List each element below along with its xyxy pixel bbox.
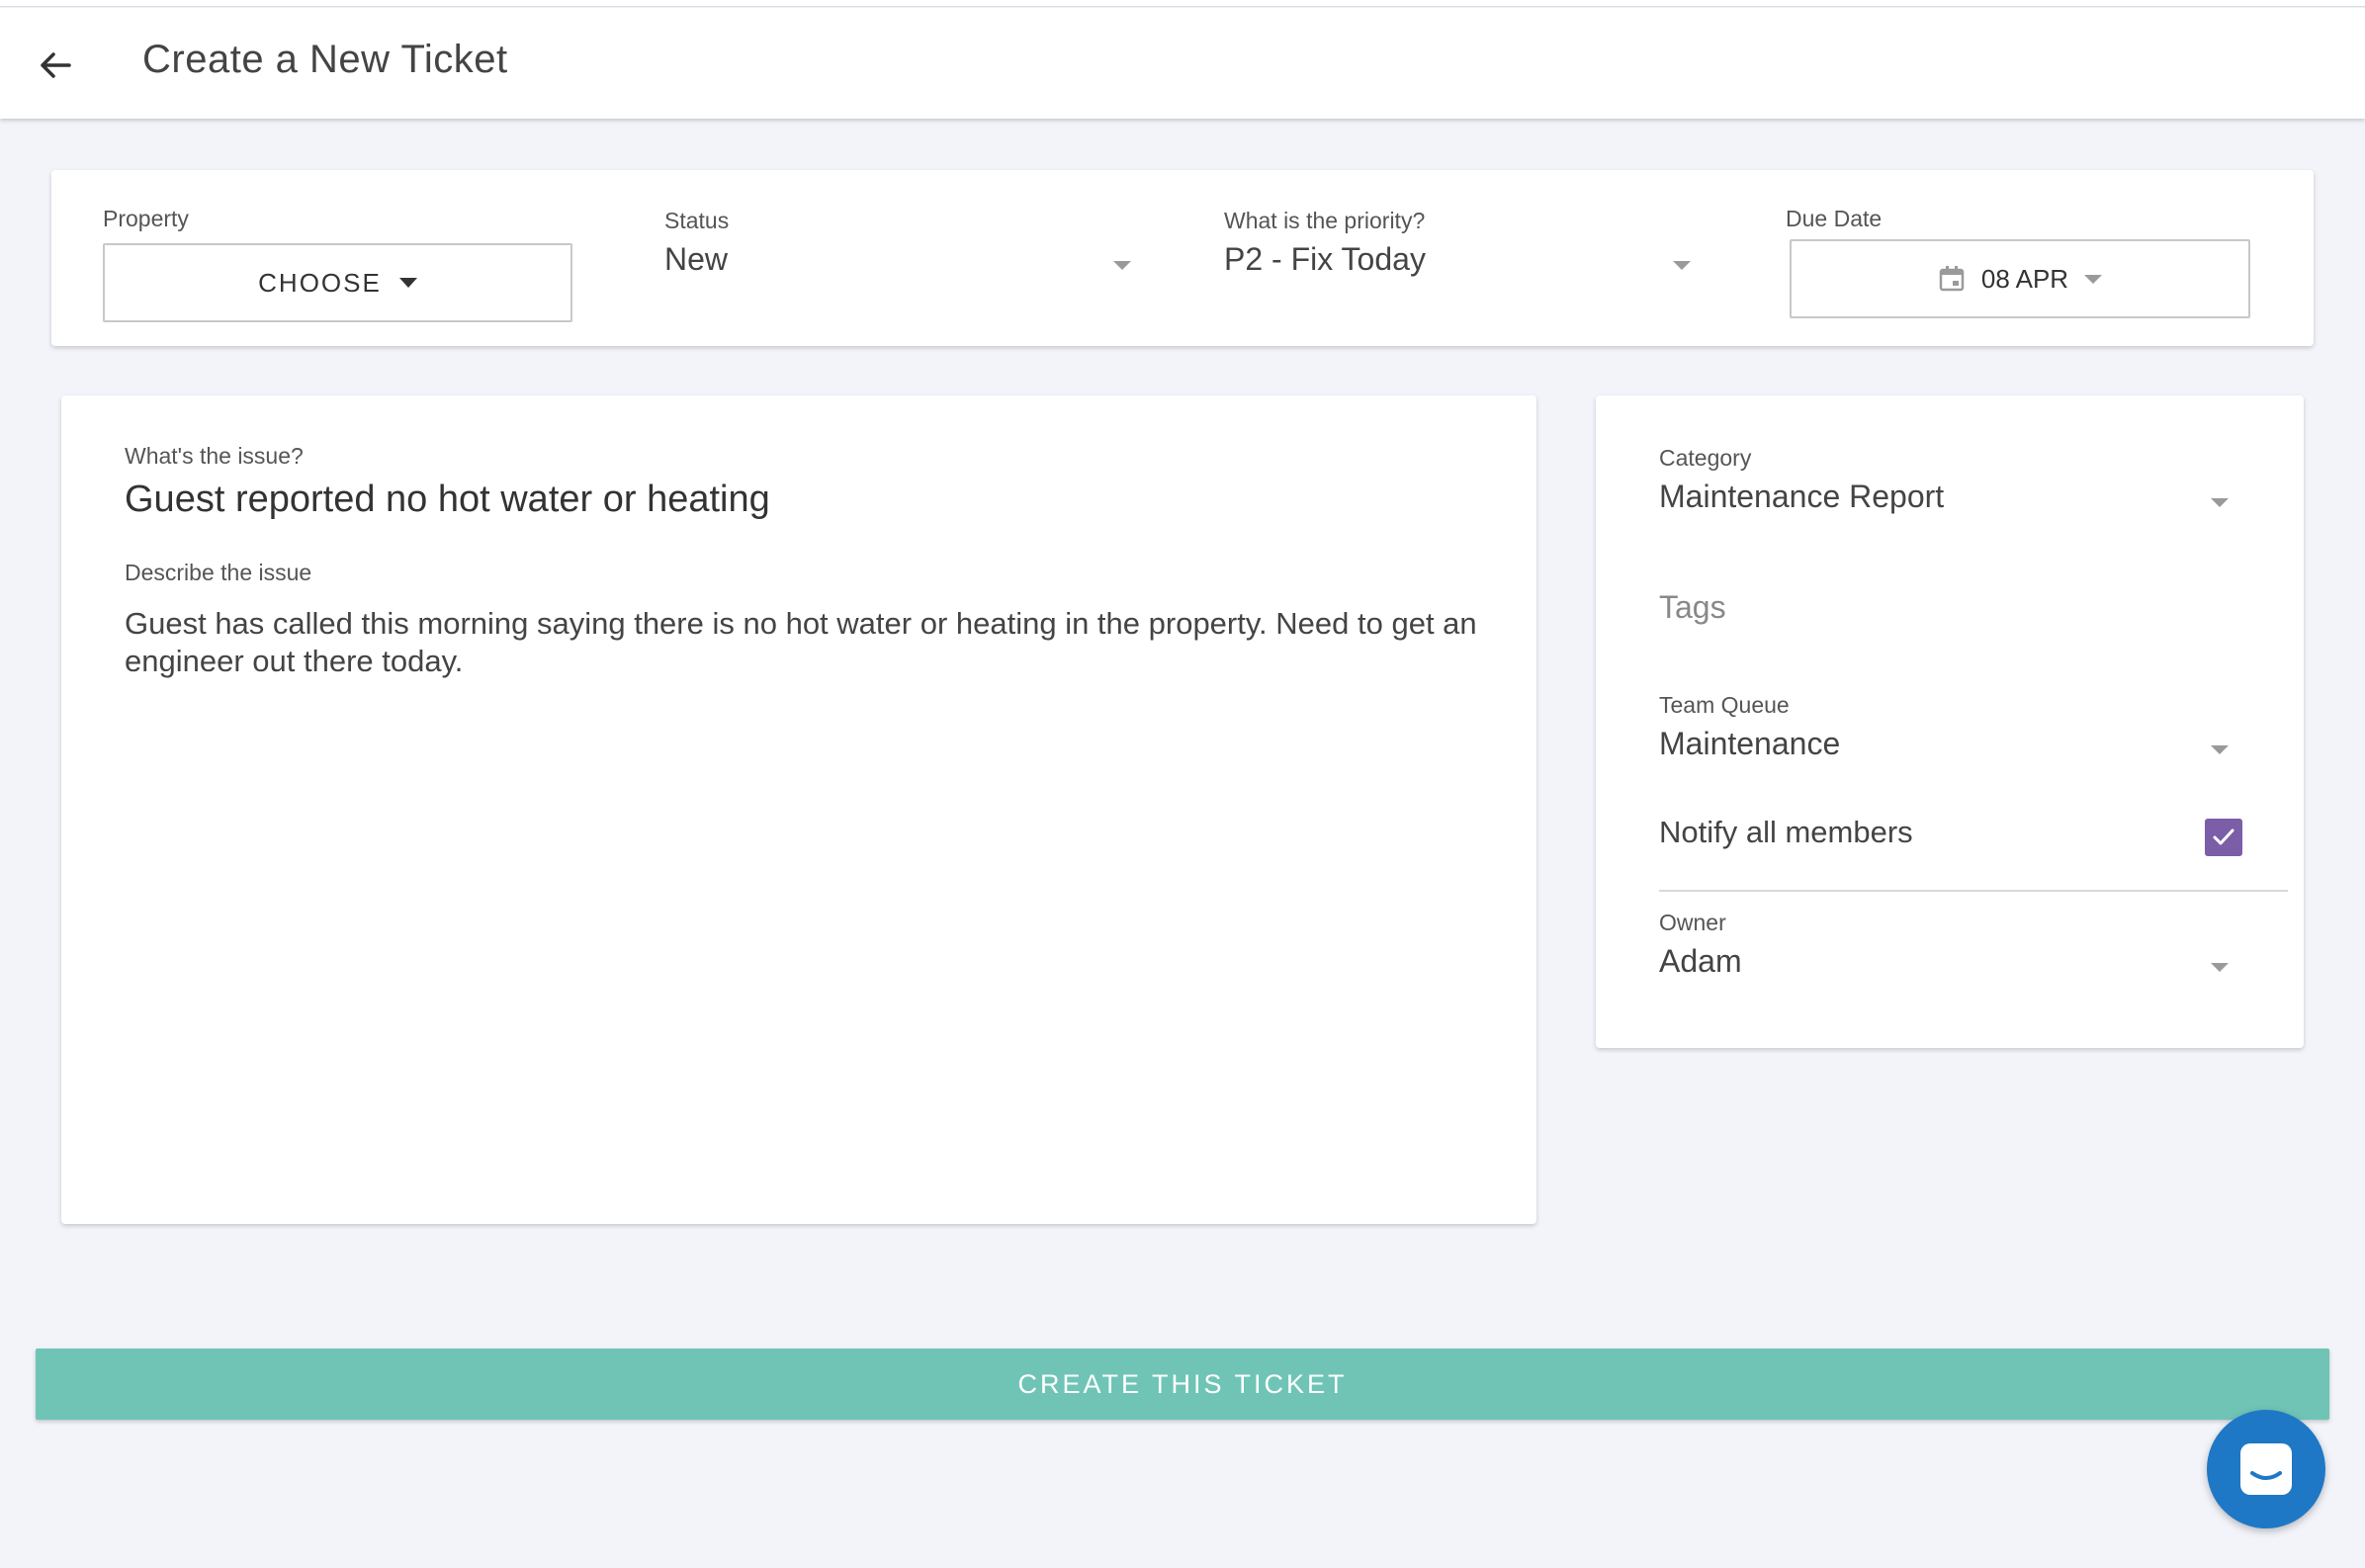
arrow-left-icon bbox=[41, 52, 71, 78]
category-select[interactable]: Maintenance Report bbox=[1659, 479, 1944, 515]
due-date-label: Due Date bbox=[1786, 206, 1883, 231]
priority-label: What is the priority? bbox=[1224, 208, 1426, 233]
due-date-picker[interactable]: 08 APR bbox=[1790, 239, 2250, 318]
priority-select[interactable]: P2 - Fix Today bbox=[1224, 241, 1426, 278]
issue-title-input[interactable]: Guest reported no hot water or heating bbox=[125, 479, 770, 521]
status-select[interactable]: New bbox=[664, 241, 728, 278]
issue-description-textarea[interactable]: Guest has called this morning saying the… bbox=[125, 605, 1479, 680]
top-border bbox=[0, 0, 2365, 7]
team-queue-label: Team Queue bbox=[1659, 692, 1790, 718]
issue-title-label: What's the issue? bbox=[125, 443, 304, 469]
priority-dropdown-icon[interactable] bbox=[1673, 261, 1691, 270]
team-queue-dropdown-icon[interactable] bbox=[2211, 745, 2229, 754]
property-choose-button[interactable]: CHOOSE bbox=[103, 243, 572, 322]
category-dropdown-icon[interactable] bbox=[2211, 498, 2229, 507]
app-header: Create a New Ticket bbox=[0, 8, 2365, 119]
caret-down-icon bbox=[2084, 274, 2103, 284]
property-label: Property bbox=[103, 206, 189, 231]
checkmark-icon bbox=[2213, 828, 2234, 845]
divider bbox=[1659, 890, 2288, 892]
status-label: Status bbox=[664, 208, 730, 233]
due-date-value: 08 APR bbox=[1980, 263, 2069, 294]
issue-card: What's the issue? Guest reported no hot … bbox=[61, 395, 1536, 1224]
create-ticket-button[interactable]: CREATE THIS TICKET bbox=[36, 1349, 2329, 1420]
back-button[interactable] bbox=[30, 40, 81, 91]
status-dropdown-icon[interactable] bbox=[1113, 261, 1131, 270]
calendar-icon bbox=[1939, 266, 1965, 292]
notify-label: Notify all members bbox=[1659, 815, 1913, 849]
ticket-meta-card: Property CHOOSE Status New What is the p… bbox=[51, 170, 2314, 346]
issue-desc-label: Describe the issue bbox=[125, 560, 312, 585]
tags-input[interactable]: Tags bbox=[1659, 589, 1726, 626]
create-ticket-label: CREATE THIS TICKET bbox=[1017, 1368, 1348, 1399]
caret-down-icon bbox=[398, 278, 417, 288]
property-choose-label: CHOOSE bbox=[258, 267, 382, 298]
notify-checkbox[interactable] bbox=[2205, 819, 2242, 856]
owner-dropdown-icon[interactable] bbox=[2211, 963, 2229, 972]
details-card: Category Maintenance Report Tags Team Qu… bbox=[1596, 395, 2304, 1048]
owner-label: Owner bbox=[1659, 910, 1726, 935]
category-label: Category bbox=[1659, 445, 1752, 471]
chat-icon bbox=[2240, 1443, 2292, 1495]
team-queue-select[interactable]: Maintenance bbox=[1659, 726, 1840, 762]
chat-launcher-button[interactable] bbox=[2207, 1410, 2325, 1528]
owner-select[interactable]: Adam bbox=[1659, 943, 1742, 980]
page-title: Create a New Ticket bbox=[142, 38, 508, 81]
